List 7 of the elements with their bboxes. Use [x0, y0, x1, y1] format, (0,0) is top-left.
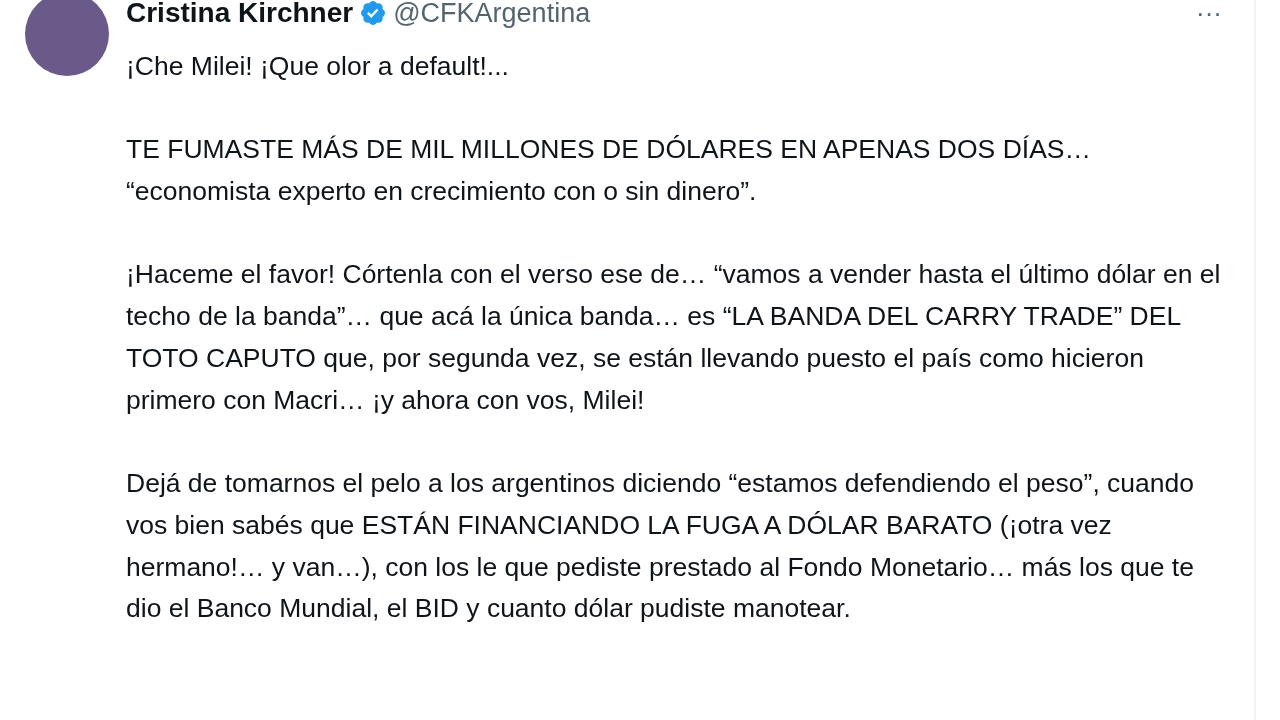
more-options-button[interactable]: ··· — [1184, 0, 1234, 28]
tweet-paragraph: ¡Haceme el favor! Córtenla con el verso ese de… “vamos a vender hasta el último dólar en el techo de la banda”… que acá la única banda… es “LA BANDA DEL CARRY TRADE” DEL TOTO CAPUTO que, por segunda vez, se están llevando puesto el país como hicieron primero con Macri… ¡y ahora con vos, Milei! — [126, 258, 1222, 417]
tweet-paragraph: Dejá de tomarnos el pelo a los argentinos diciendo “estamos defendiendo el peso”, cuando vos bien sabés que ESTÁN FINANCIANDO LA FUGA A DÓLAR BARATO (¡otra vez hermano!… y van…), con los le que pediste prestado al Fondo Monetario… más los que te dio el Banco Mundial, el BID y cuanto dólar pudiste manotear. — [126, 467, 1196, 626]
tweet-paragraph: TE FUMASTE MÁS DE MIL MILLONES DE DÓLARES EN APENAS DOS DÍAS… “economista experto en crecimiento con o sin dinero”. — [126, 133, 1092, 209]
author-handle[interactable]: @CFKArgentina — [393, 0, 591, 29]
author-name[interactable]: Cristina Kirchner — [126, 0, 354, 29]
tweet-paragraph: ¡Che Milei! ¡Que olor a default!... — [126, 50, 510, 83]
